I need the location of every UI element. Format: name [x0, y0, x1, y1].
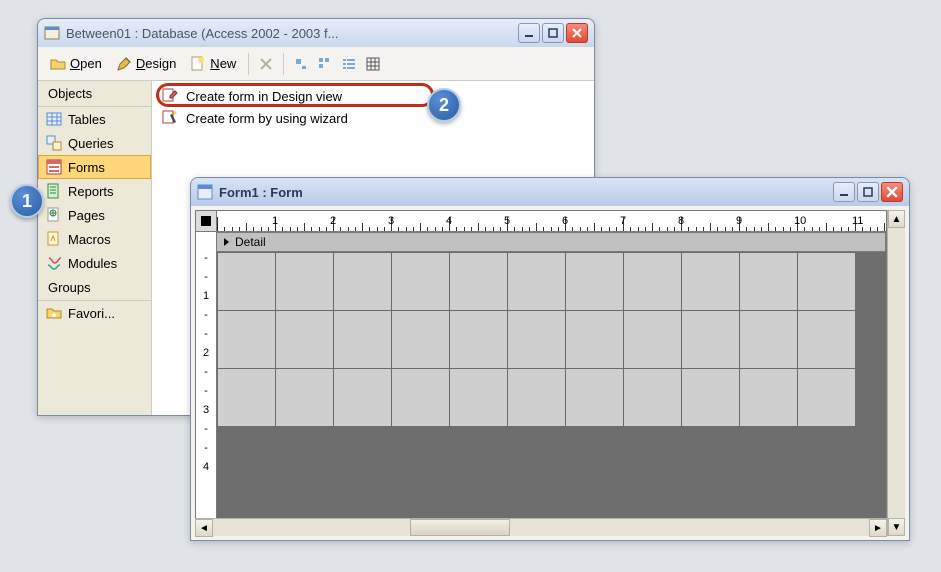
h-scroll-thumb[interactable]	[410, 519, 510, 536]
form-maximize-button[interactable]	[857, 182, 879, 202]
open-folder-icon	[50, 56, 66, 72]
sidebar-item-macros[interactable]: Macros	[38, 227, 151, 251]
page-icon	[46, 207, 62, 223]
maximize-button[interactable]	[542, 23, 564, 43]
callout-1: 1	[10, 184, 44, 218]
details-view-button[interactable]	[362, 53, 384, 75]
db-toolbar: Open Design New	[38, 47, 594, 81]
scroll-up-button[interactable]: ▲	[888, 210, 905, 228]
sidebar-item-modules[interactable]: Modules	[38, 251, 151, 275]
open-button[interactable]: Open	[44, 53, 108, 75]
scroll-right-button[interactable]: ►	[869, 519, 887, 537]
db-titlebar[interactable]: Between01 : Database (Access 2002 - 2003…	[38, 19, 594, 47]
form-window-icon	[197, 184, 213, 200]
form-icon	[46, 159, 62, 175]
database-icon	[44, 25, 60, 41]
favorites-icon	[46, 305, 62, 321]
horizontal-scrollbar[interactable]: ◄ ►	[195, 518, 887, 536]
delete-button[interactable]	[255, 53, 277, 75]
objects-sidebar: Objects Tables Queries Forms Reports Pag…	[38, 81, 152, 415]
minimize-button[interactable]	[518, 23, 540, 43]
vertical-scrollbar[interactable]: ▲ ▼	[887, 210, 905, 536]
small-icons-button[interactable]	[314, 53, 336, 75]
form-design-window: Form1 : Form 1234567891011 --1--2--3--4 …	[190, 177, 910, 541]
sidebar-item-queries[interactable]: Queries	[38, 131, 151, 155]
sidebar-item-forms[interactable]: Forms	[38, 155, 151, 179]
objects-heading: Objects	[38, 81, 151, 107]
callout-2: 2	[427, 88, 461, 122]
form-design-icon	[162, 88, 178, 104]
query-icon	[46, 135, 62, 151]
sidebar-item-pages[interactable]: Pages	[38, 203, 151, 227]
module-icon	[46, 255, 62, 271]
macro-icon	[46, 231, 62, 247]
sidebar-item-favorites[interactable]: Favori...	[38, 301, 151, 325]
form-title: Form1 : Form	[219, 185, 833, 200]
vertical-ruler[interactable]: --1--2--3--4	[195, 232, 217, 536]
create-form-wizard[interactable]: Create form by using wizard	[156, 107, 590, 129]
form-close-button[interactable]	[881, 182, 903, 202]
form-wizard-icon	[162, 110, 178, 126]
db-title: Between01 : Database (Access 2002 - 2003…	[66, 26, 518, 41]
detail-section-bar[interactable]: Detail	[217, 232, 886, 252]
design-icon	[116, 56, 132, 72]
list-view-button[interactable]	[338, 53, 360, 75]
close-button[interactable]	[566, 23, 588, 43]
design-button[interactable]: Design	[110, 53, 182, 75]
sidebar-item-reports[interactable]: Reports	[38, 179, 151, 203]
form-minimize-button[interactable]	[833, 182, 855, 202]
section-arrow-icon	[223, 237, 233, 247]
new-button[interactable]: New	[184, 53, 242, 75]
create-form-design-view[interactable]: Create form in Design view	[156, 85, 590, 107]
new-icon	[190, 56, 206, 72]
scroll-down-button[interactable]: ▼	[888, 518, 905, 536]
sidebar-item-tables[interactable]: Tables	[38, 107, 151, 131]
form-selector[interactable]	[195, 210, 217, 232]
design-surface[interactable]: Detail	[217, 232, 887, 536]
form-titlebar[interactable]: Form1 : Form	[191, 178, 909, 206]
groups-heading: Groups	[38, 275, 151, 301]
scroll-left-button[interactable]: ◄	[195, 519, 213, 537]
large-icons-button[interactable]	[290, 53, 312, 75]
horizontal-ruler[interactable]: 1234567891011	[217, 210, 887, 232]
report-icon	[46, 183, 62, 199]
form-grid[interactable]	[217, 252, 855, 426]
table-icon	[46, 111, 62, 127]
